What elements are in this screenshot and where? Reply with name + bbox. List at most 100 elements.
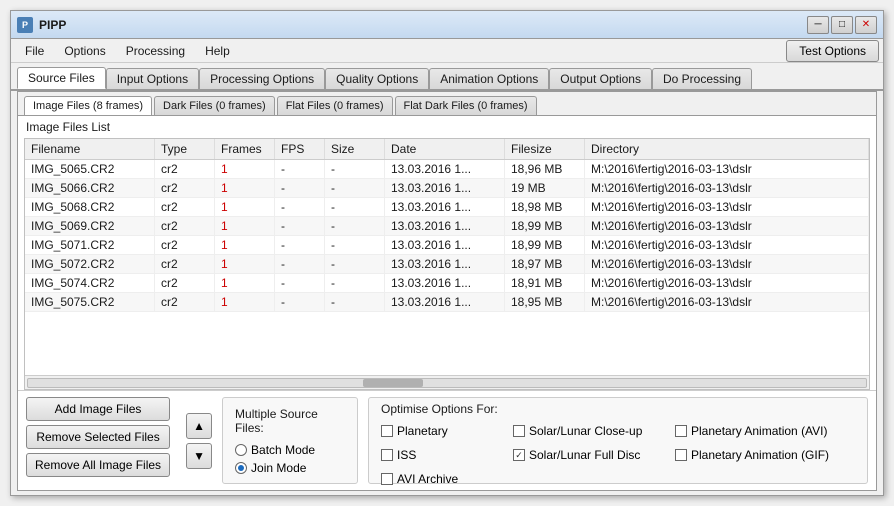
col-type: Type: [155, 139, 215, 159]
file-table: Filename Type Frames FPS Size Date Files…: [24, 138, 870, 390]
scrollbar-thumb[interactable]: [363, 379, 423, 387]
maximize-button[interactable]: □: [831, 16, 853, 34]
cell-directory: M:\2016\fertig\2016-03-13\dslr: [585, 293, 869, 311]
main-window: P PIPP ─ □ ✕ File Options Processing Hel…: [10, 10, 884, 496]
check-iss[interactable]: ISS: [381, 444, 511, 466]
radio-batch-mode[interactable]: Batch Mode: [235, 443, 345, 457]
checkbox-iss[interactable]: [381, 449, 393, 461]
table-row[interactable]: IMG_5071.CR2 cr2 1 - - 13.03.2016 1... 1…: [25, 236, 869, 255]
cell-fps: -: [275, 274, 325, 292]
tab-do-processing[interactable]: Do Processing: [652, 68, 752, 89]
label-solar-full: Solar/Lunar Full Disc: [529, 448, 640, 462]
check-planetary-gif[interactable]: Planetary Animation (GIF): [675, 444, 855, 466]
table-row[interactable]: IMG_5066.CR2 cr2 1 - - 13.03.2016 1... 1…: [25, 179, 869, 198]
cell-frames: 1: [215, 236, 275, 254]
check-planetary-avi[interactable]: Planetary Animation (AVI): [675, 420, 855, 442]
cell-date: 13.03.2016 1...: [385, 217, 505, 235]
label-planetary-avi: Planetary Animation (AVI): [691, 424, 828, 438]
optimise-section: Optimise Options For: Planetary Solar/Lu…: [368, 397, 868, 484]
cell-type: cr2: [155, 198, 215, 216]
cell-frames: 1: [215, 179, 275, 197]
menu-file[interactable]: File: [15, 42, 54, 60]
cell-frames: 1: [215, 160, 275, 178]
close-button[interactable]: ✕: [855, 16, 877, 34]
tab-input-options[interactable]: Input Options: [106, 68, 199, 89]
menu-options[interactable]: Options: [54, 42, 115, 60]
col-filename: Filename: [25, 139, 155, 159]
tab-source-files[interactable]: Source Files: [17, 67, 106, 89]
cell-frames: 1: [215, 255, 275, 273]
table-row[interactable]: IMG_5075.CR2 cr2 1 - - 13.03.2016 1... 1…: [25, 293, 869, 312]
cell-directory: M:\2016\fertig\2016-03-13\dslr: [585, 255, 869, 273]
checkbox-planetary-avi[interactable]: [675, 425, 687, 437]
cell-directory: M:\2016\fertig\2016-03-13\dslr: [585, 179, 869, 197]
col-filesize: Filesize: [505, 139, 585, 159]
cell-type: cr2: [155, 160, 215, 178]
radio-batch-label: Batch Mode: [251, 443, 315, 457]
remove-selected-files-button[interactable]: Remove Selected Files: [26, 425, 170, 449]
cell-filename: IMG_5068.CR2: [25, 198, 155, 216]
tab-processing-options[interactable]: Processing Options: [199, 68, 325, 89]
cell-filename: IMG_5072.CR2: [25, 255, 155, 273]
menu-processing[interactable]: Processing: [116, 42, 195, 60]
main-content: Image Files (8 frames) Dark Files (0 fra…: [17, 91, 877, 491]
move-down-button[interactable]: ▼: [186, 443, 212, 469]
tab-animation-options[interactable]: Animation Options: [429, 68, 549, 89]
table-row[interactable]: IMG_5068.CR2 cr2 1 - - 13.03.2016 1... 1…: [25, 198, 869, 217]
col-fps: FPS: [275, 139, 325, 159]
checkbox-planetary[interactable]: [381, 425, 393, 437]
cell-filename: IMG_5065.CR2: [25, 160, 155, 178]
cell-filesize: 18,97 MB: [505, 255, 585, 273]
cell-date: 13.03.2016 1...: [385, 293, 505, 311]
subtab-image-files[interactable]: Image Files (8 frames): [24, 96, 152, 115]
cell-size: -: [325, 255, 385, 273]
cell-fps: -: [275, 217, 325, 235]
label-iss: ISS: [397, 448, 416, 462]
table-row[interactable]: IMG_5065.CR2 cr2 1 - - 13.03.2016 1... 1…: [25, 160, 869, 179]
check-solar-close[interactable]: Solar/Lunar Close-up: [513, 420, 673, 442]
table-header: Filename Type Frames FPS Size Date Files…: [25, 139, 869, 160]
table-row[interactable]: IMG_5072.CR2 cr2 1 - - 13.03.2016 1... 1…: [25, 255, 869, 274]
label-avi-archive: AVI Archive: [397, 472, 458, 486]
cell-type: cr2: [155, 217, 215, 235]
remove-all-image-files-button[interactable]: Remove All Image Files: [26, 453, 170, 477]
cell-directory: M:\2016\fertig\2016-03-13\dslr: [585, 274, 869, 292]
title-bar: P PIPP ─ □ ✕: [11, 11, 883, 39]
subtab-flat-files[interactable]: Flat Files (0 frames): [277, 96, 393, 115]
subtab-flat-dark-files[interactable]: Flat Dark Files (0 frames): [395, 96, 537, 115]
check-solar-full[interactable]: Solar/Lunar Full Disc: [513, 444, 673, 466]
menu-help[interactable]: Help: [195, 42, 240, 60]
add-image-files-button[interactable]: Add Image Files: [26, 397, 170, 421]
subtab-dark-files[interactable]: Dark Files (0 frames): [154, 96, 275, 115]
cell-type: cr2: [155, 255, 215, 273]
radio-join-mode[interactable]: Join Mode: [235, 461, 345, 475]
cell-filesize: 18,96 MB: [505, 160, 585, 178]
tab-quality-options[interactable]: Quality Options: [325, 68, 429, 89]
table-body[interactable]: IMG_5065.CR2 cr2 1 - - 13.03.2016 1... 1…: [25, 160, 869, 375]
table-row[interactable]: IMG_5069.CR2 cr2 1 - - 13.03.2016 1... 1…: [25, 217, 869, 236]
move-up-button[interactable]: ▲: [186, 413, 212, 439]
test-options-button[interactable]: Test Options: [786, 40, 879, 62]
window-title: PIPP: [39, 18, 807, 32]
checkbox-planetary-gif[interactable]: [675, 449, 687, 461]
horizontal-scrollbar[interactable]: [25, 375, 869, 389]
cell-type: cr2: [155, 274, 215, 292]
checkbox-avi-archive[interactable]: [381, 473, 393, 485]
checkbox-solar-full[interactable]: [513, 449, 525, 461]
col-directory: Directory: [585, 139, 869, 159]
radio-group: Batch Mode Join Mode: [235, 443, 345, 475]
check-avi-archive[interactable]: AVI Archive: [381, 468, 511, 490]
cell-filesize: 18,99 MB: [505, 217, 585, 235]
subtabs: Image Files (8 frames) Dark Files (0 fra…: [18, 92, 876, 116]
table-row[interactable]: IMG_5074.CR2 cr2 1 - - 13.03.2016 1... 1…: [25, 274, 869, 293]
radio-join-circle: [235, 462, 247, 474]
check-planetary[interactable]: Planetary: [381, 420, 511, 442]
checkbox-solar-close[interactable]: [513, 425, 525, 437]
tab-output-options[interactable]: Output Options: [549, 68, 652, 89]
cell-filesize: 19 MB: [505, 179, 585, 197]
minimize-button[interactable]: ─: [807, 16, 829, 34]
col-frames: Frames: [215, 139, 275, 159]
scrollbar-track[interactable]: [27, 378, 867, 388]
cell-frames: 1: [215, 217, 275, 235]
cell-filesize: 18,95 MB: [505, 293, 585, 311]
